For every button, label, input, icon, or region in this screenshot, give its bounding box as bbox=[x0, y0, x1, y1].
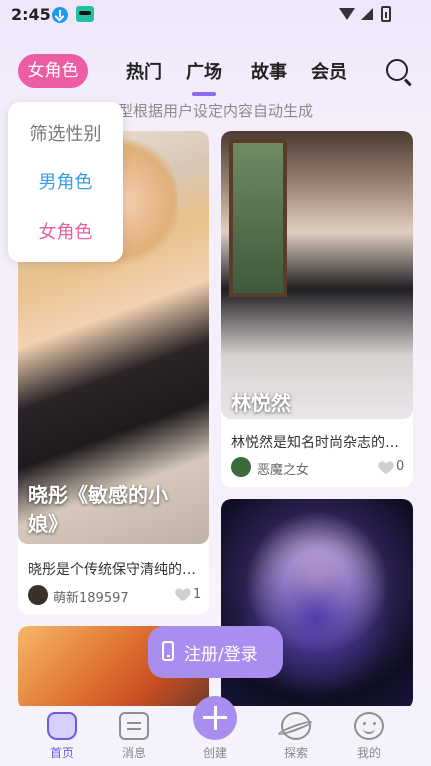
nav-explore-label: 探索 bbox=[283, 746, 308, 760]
heart-icon[interactable] bbox=[176, 589, 190, 601]
nav-messages-label: 消息 bbox=[121, 746, 146, 760]
phone-icon bbox=[162, 641, 174, 661]
download-icon bbox=[52, 7, 68, 23]
status-time: 2:45 bbox=[11, 5, 51, 24]
status-bar: 2:45 bbox=[0, 0, 431, 30]
option-male[interactable]: 男角色 bbox=[8, 168, 123, 194]
battery-icon bbox=[381, 6, 391, 22]
message-icon bbox=[119, 712, 149, 740]
card-description: 晓彤是个传统保守清纯的… bbox=[28, 562, 196, 578]
smiley-icon bbox=[354, 712, 384, 740]
nav-home-label: 首页 bbox=[49, 746, 74, 760]
avatar bbox=[231, 457, 251, 477]
like-count: 1 bbox=[193, 587, 202, 602]
tab-hot[interactable]: 热门 bbox=[126, 58, 162, 84]
card-title: 晓彤《敏感的小 娘》 bbox=[28, 481, 203, 539]
wifi-icon bbox=[339, 8, 355, 20]
card-title-line1: 晓彤《敏感的小 bbox=[28, 483, 168, 507]
nav-explore[interactable]: 探索 bbox=[266, 706, 326, 766]
tab-square[interactable]: 广场 bbox=[186, 58, 222, 96]
card-title: 林悦然 bbox=[231, 391, 291, 415]
register-label: 注册/登录 bbox=[184, 645, 258, 665]
card-author: 恶魔之女 bbox=[257, 463, 310, 478]
nav-me-label: 我的 bbox=[356, 746, 381, 760]
like-count: 0 bbox=[396, 459, 405, 474]
dropdown-title: 筛选性别 bbox=[29, 124, 102, 145]
card-author: 萌新189597 bbox=[53, 591, 129, 606]
option-female[interactable]: 女角色 bbox=[8, 218, 123, 244]
tab-member[interactable]: 会员 bbox=[311, 58, 347, 84]
register-login-button[interactable]: 注册/登录 bbox=[148, 626, 283, 678]
top-nav: 女角色 热门 广场 故事 会员 bbox=[0, 52, 431, 96]
nav-messages[interactable]: 消息 bbox=[104, 706, 164, 766]
app-notification-icon bbox=[76, 6, 94, 22]
bottom-nav: 首页 消息 创建 探索 我的 bbox=[0, 696, 431, 766]
status-icons bbox=[339, 6, 399, 22]
plus-icon bbox=[193, 696, 237, 740]
nav-home[interactable]: 首页 bbox=[32, 706, 92, 766]
signal-icon bbox=[361, 8, 373, 20]
search-icon[interactable] bbox=[386, 59, 408, 81]
avatar bbox=[28, 585, 48, 605]
tab-story[interactable]: 故事 bbox=[251, 58, 287, 84]
home-icon bbox=[47, 712, 77, 740]
gender-dropdown: 筛选性别 男角色 女角色 bbox=[8, 102, 123, 262]
planet-icon bbox=[281, 712, 311, 740]
nav-me[interactable]: 我的 bbox=[339, 706, 399, 766]
heart-icon[interactable] bbox=[379, 462, 393, 474]
nav-create[interactable]: 创建 bbox=[190, 696, 240, 766]
character-card[interactable]: 林悦然 林悦然是知名时尚杂志的… 恶魔之女 0 bbox=[221, 131, 413, 487]
card-description: 林悦然是知名时尚杂志的… bbox=[231, 435, 399, 451]
card-title-line2: 娘》 bbox=[28, 512, 68, 536]
character-image bbox=[221, 131, 413, 419]
gender-filter-button[interactable]: 女角色 bbox=[18, 54, 88, 88]
nav-create-label: 创建 bbox=[202, 746, 227, 760]
